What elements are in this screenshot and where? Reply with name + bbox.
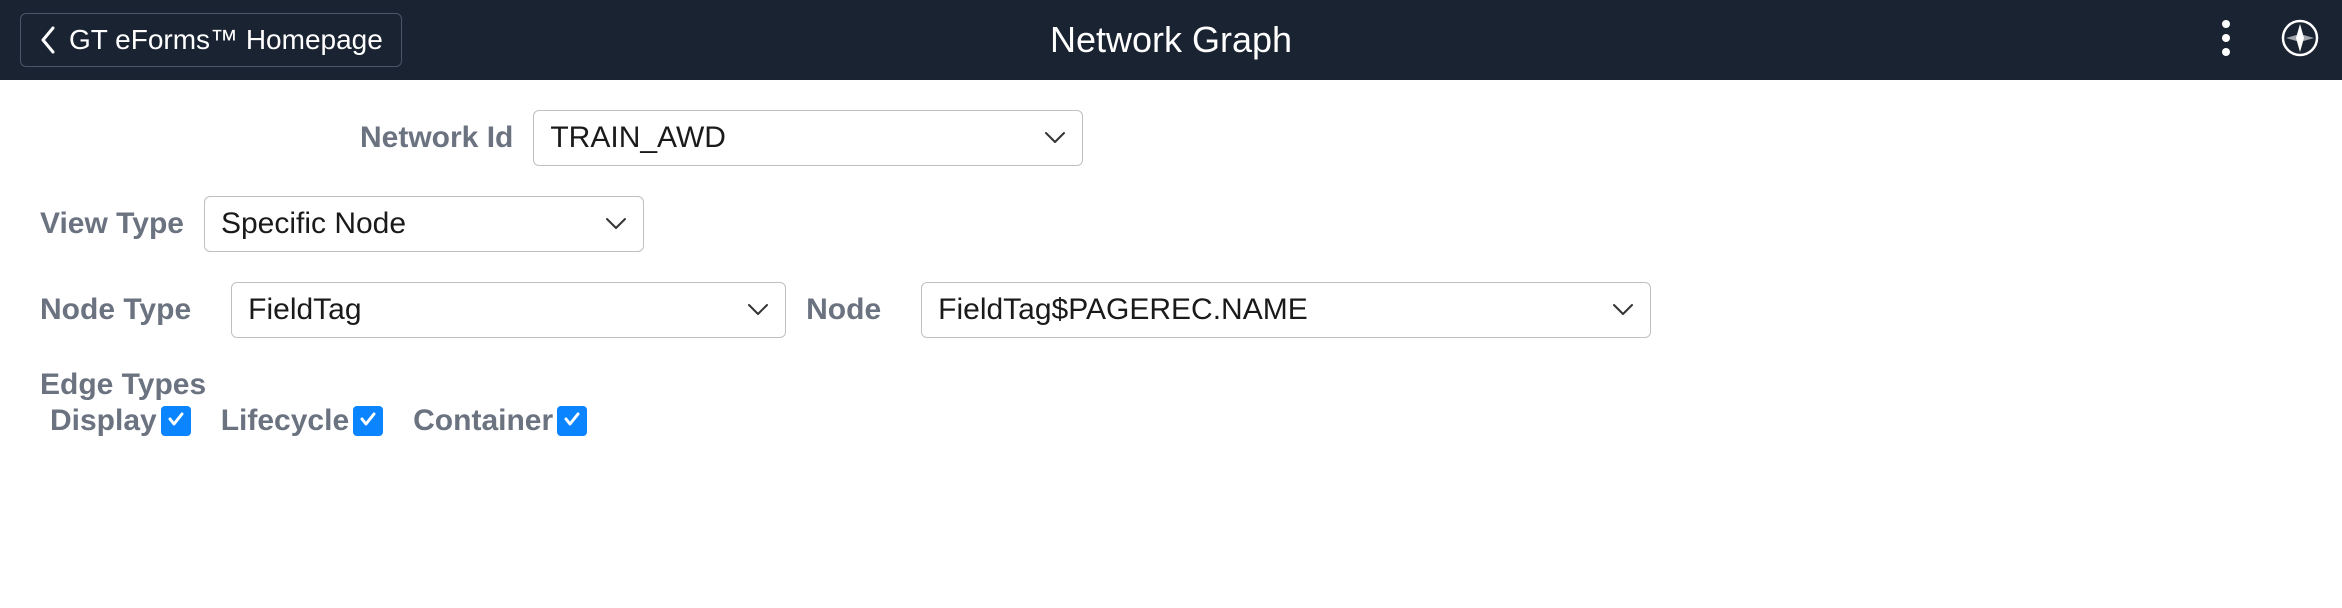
node-row: Node Type FieldTag Node FieldTag$PAGEREC… — [40, 282, 2302, 338]
kebab-icon — [2221, 18, 2231, 63]
header-actions — [2204, 18, 2322, 62]
chevron-left-icon — [39, 26, 57, 54]
check-icon — [358, 409, 378, 434]
chevron-down-icon — [1612, 303, 1634, 317]
network-id-label: Network Id — [360, 121, 513, 155]
network-id-value: TRAIN_AWD — [550, 121, 1044, 155]
node-type-value: FieldTag — [248, 293, 747, 327]
compass-icon — [2280, 18, 2320, 63]
edge-type-container: Container — [413, 404, 587, 438]
network-id-select[interactable]: TRAIN_AWD — [533, 110, 1083, 166]
chevron-down-icon — [605, 217, 627, 231]
display-checkbox[interactable] — [161, 406, 191, 436]
compass-button[interactable] — [2278, 18, 2322, 62]
lifecycle-checkbox[interactable] — [353, 406, 383, 436]
check-icon — [166, 409, 186, 434]
view-type-label: View Type — [40, 207, 184, 241]
edge-type-lifecycle: Lifecycle — [221, 404, 383, 438]
view-type-row: View Type Specific Node — [40, 196, 2302, 252]
chevron-down-icon — [747, 303, 769, 317]
more-menu-button[interactable] — [2204, 18, 2248, 62]
node-type-label: Node Type — [40, 293, 191, 327]
chevron-down-icon — [1044, 131, 1066, 145]
edge-types-title: Edge Types — [40, 368, 2302, 402]
edge-types-section: Edge Types Display Lifecycle C — [40, 368, 2302, 438]
app-header: GT eForms™ Homepage Network Graph — [0, 0, 2342, 80]
edge-type-display: Display — [50, 404, 191, 438]
container-checkbox-label: Container — [413, 404, 553, 438]
node-type-select[interactable]: FieldTag — [231, 282, 786, 338]
view-type-select[interactable]: Specific Node — [204, 196, 644, 252]
display-checkbox-label: Display — [50, 404, 157, 438]
form-area: Network Id TRAIN_AWD View Type Specific … — [0, 80, 2342, 458]
back-button[interactable]: GT eForms™ Homepage — [20, 13, 402, 67]
network-id-row: Network Id TRAIN_AWD — [360, 110, 2302, 166]
container-checkbox[interactable] — [557, 406, 587, 436]
view-type-value: Specific Node — [221, 207, 605, 241]
page-title: Network Graph — [1050, 19, 1292, 61]
edge-types-checkboxes: Display Lifecycle Container — [50, 404, 2302, 438]
back-button-label: GT eForms™ Homepage — [69, 24, 383, 56]
check-icon — [562, 409, 582, 434]
node-label: Node — [806, 293, 881, 327]
node-select[interactable]: FieldTag$PAGEREC.NAME — [921, 282, 1651, 338]
lifecycle-checkbox-label: Lifecycle — [221, 404, 349, 438]
node-value: FieldTag$PAGEREC.NAME — [938, 293, 1612, 327]
